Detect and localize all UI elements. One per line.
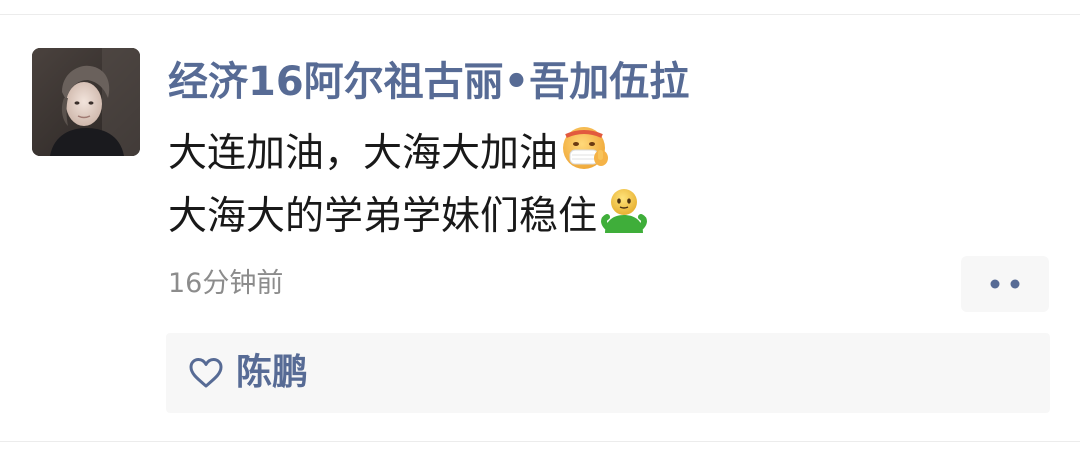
likes-panel: 陈鹏 xyxy=(166,333,1050,413)
author-avatar[interactable] xyxy=(32,48,140,156)
post-line-1: 大连加油，大海大加油 xyxy=(168,124,649,187)
post-content: 大连加油，大海大加油 大海大的学弟学妹们稳住 xyxy=(168,124,649,250)
green-figure-emoji xyxy=(599,187,649,250)
mask-face-emoji xyxy=(560,124,610,187)
more-dots-icon xyxy=(990,279,1020,289)
more-options-button[interactable] xyxy=(961,256,1049,312)
top-divider xyxy=(0,14,1080,15)
post-line-2: 大海大的学弟学妹们稳住 xyxy=(168,187,649,250)
post-line-2-text: 大海大的学弟学妹们稳住 xyxy=(168,194,598,239)
moments-post: 经济16阿尔祖古丽•吾加伍拉 大连加油，大海大加油 大海大的学弟学妹们稳住 16… xyxy=(0,0,1080,451)
author-name[interactable]: 经济16阿尔祖古丽•吾加伍拉 xyxy=(168,56,689,108)
heart-icon xyxy=(189,358,223,388)
liker-name[interactable]: 陈鹏 xyxy=(236,351,308,395)
avatar-photo xyxy=(32,48,140,156)
post-timestamp: 16分钟前 xyxy=(168,268,284,299)
bottom-divider xyxy=(0,441,1080,442)
post-line-1-text: 大连加油，大海大加油 xyxy=(168,131,559,176)
